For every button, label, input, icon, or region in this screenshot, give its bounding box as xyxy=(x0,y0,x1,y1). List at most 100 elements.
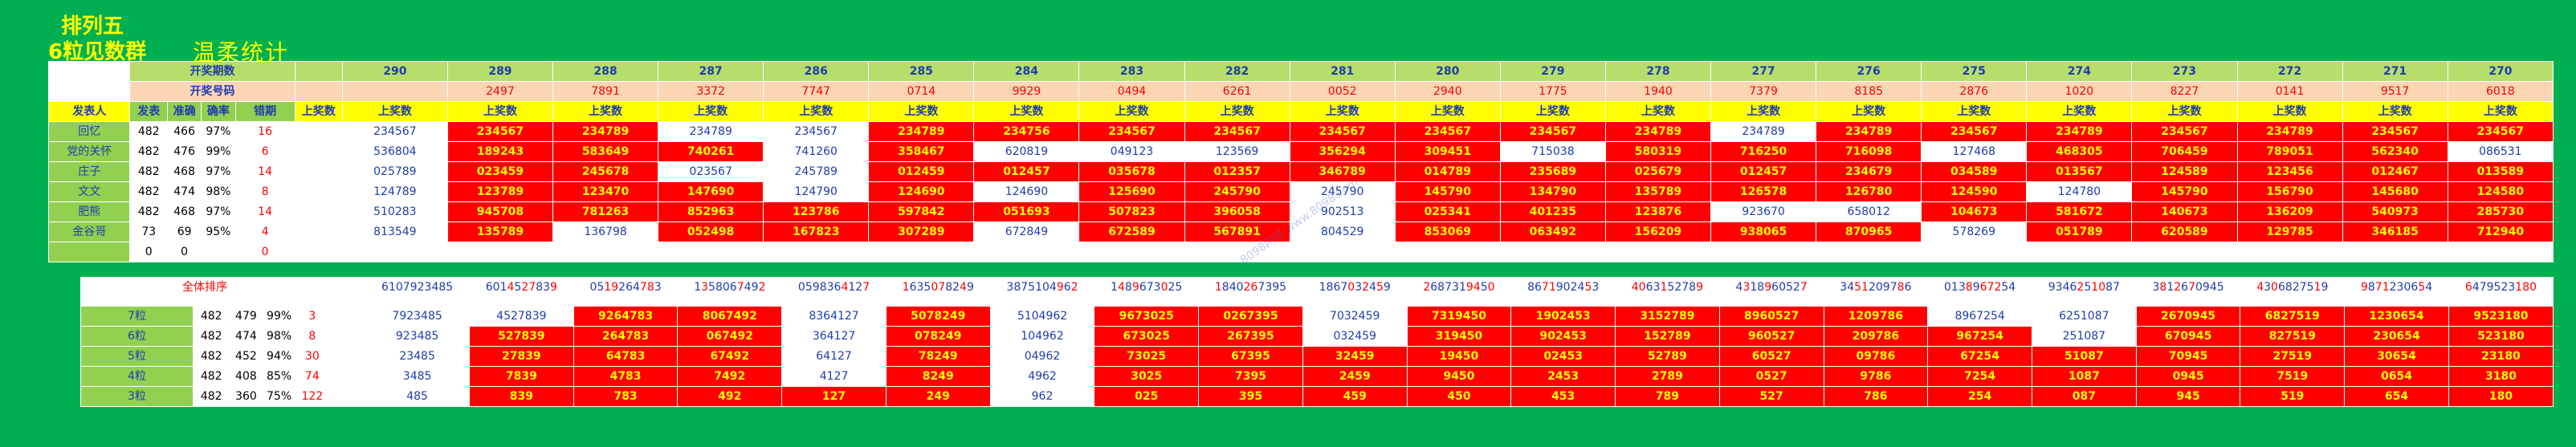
overall-value: 1635078249 xyxy=(885,277,991,298)
poster-name: 回忆 xyxy=(47,121,131,142)
poster-value: 234567 xyxy=(1078,121,1185,142)
group-row: 7粒 482 479 99% 3 7923485 4527839 9264783 8067492… xyxy=(79,306,2554,327)
poster-value xyxy=(341,242,448,262)
overall-value: 0519264783 xyxy=(573,277,679,298)
poster-value: 234567 xyxy=(763,121,870,142)
poster-value: 012467 xyxy=(2342,161,2448,182)
group-value: 7395 xyxy=(1198,366,1303,387)
poster-value: 597842 xyxy=(868,201,975,222)
corner-cell xyxy=(47,61,131,82)
code-cell: 0714 xyxy=(868,81,975,102)
group-value: 395 xyxy=(1198,386,1303,407)
poster-header: 发表人 xyxy=(47,101,131,122)
poster-value: 234679 xyxy=(1816,161,1922,182)
poster-value: 740261 xyxy=(658,141,764,162)
period-cell: 272 xyxy=(2236,61,2343,82)
group-post: 482 xyxy=(193,306,230,327)
poster-hit: 468 xyxy=(166,161,202,182)
overall-header: 全体排序 xyxy=(80,277,329,298)
poster-value: 234567 xyxy=(1394,121,1501,142)
group-value: 78249 xyxy=(885,346,991,367)
code-cell: 6018 xyxy=(2447,81,2554,102)
poster-hit: 474 xyxy=(166,181,202,202)
poster-value: 234789 xyxy=(1816,121,1922,142)
group-value: 0267395 xyxy=(1198,306,1303,327)
group-spacer xyxy=(328,306,366,327)
poster-miss: 14 xyxy=(234,201,296,222)
poster-row: 金谷哥 73 69 95% 4 813549 135789 136798 052498 16782… xyxy=(47,221,2554,242)
poster-rate: 97% xyxy=(201,121,236,142)
period-cell: 287 xyxy=(658,61,764,82)
prev-header: 上奖数 xyxy=(763,101,870,122)
poster-name: 文文 xyxy=(47,181,131,202)
overall-value: 6479523180 xyxy=(2448,277,2554,298)
group-row: 6粒 482 474 98% 8 923485 527839 264783 067492 3641… xyxy=(79,326,2554,347)
poster-value: 234789 xyxy=(1710,121,1817,142)
poster-value: 126780 xyxy=(1816,181,1922,202)
overall-value: 1358067492 xyxy=(677,277,783,298)
poster-value: 715038 xyxy=(1499,141,1606,162)
poster-value xyxy=(1816,242,1922,262)
group-value: 3152789 xyxy=(1615,306,1720,327)
poster-post: 0 xyxy=(129,242,168,262)
overall-value: 6107923485 xyxy=(365,277,470,298)
prev-header: 上奖数 xyxy=(973,101,1080,122)
period-cell: 282 xyxy=(1184,61,1290,82)
poster-value: 234567 xyxy=(2131,121,2238,142)
poster-value: 123470 xyxy=(552,181,659,202)
poster-value: 124690 xyxy=(868,181,975,202)
poster-value: 578269 xyxy=(1921,221,2028,242)
poster-value: 012459 xyxy=(868,161,975,182)
group-value: 7519 xyxy=(2240,366,2346,387)
poster-value: 156209 xyxy=(1604,221,1712,242)
poster-value xyxy=(552,242,659,262)
group-value: 8364127 xyxy=(781,306,887,327)
poster-value: 126578 xyxy=(1710,181,1817,202)
group-value: 7319450 xyxy=(1406,306,1512,327)
poster-value: 245789 xyxy=(763,161,870,182)
overall-value: 4318960527 xyxy=(1718,277,1824,298)
poster-value xyxy=(294,221,343,242)
group-value: 3025 xyxy=(1094,366,1200,387)
poster-hit: 468 xyxy=(166,201,202,222)
group-value: 30654 xyxy=(2344,346,2449,367)
group-value: 527839 xyxy=(468,326,574,347)
poster-miss: 0 xyxy=(234,242,296,262)
poster-value xyxy=(2131,242,2238,262)
poster-value: 136798 xyxy=(552,221,659,242)
poster-value: 123786 xyxy=(763,201,870,222)
poster-value: 025789 xyxy=(341,161,448,182)
group-value: 2453 xyxy=(1510,366,1616,387)
group-value: 519 xyxy=(2240,386,2346,407)
group-name: 3粒 xyxy=(79,386,194,407)
poster-value: 945708 xyxy=(446,201,554,222)
group-value: 9450 xyxy=(1406,366,1512,387)
poster-value: 145790 xyxy=(2131,181,2238,202)
group-value: 9264783 xyxy=(573,306,679,327)
group-value: 27839 xyxy=(468,346,574,367)
poster-value: 285730 xyxy=(2447,201,2554,222)
poster-value: 167823 xyxy=(763,221,870,242)
poster-value: 234789 xyxy=(658,121,764,142)
group-value: 32459 xyxy=(1302,346,1408,367)
poster-value: 245790 xyxy=(1289,181,1396,202)
poster-value: 124590 xyxy=(1921,181,2028,202)
group-value: 0527 xyxy=(1718,366,1824,387)
code-cell: 1020 xyxy=(2026,81,2133,102)
prev-header: 上奖数 xyxy=(1921,101,2028,122)
group-value: 485 xyxy=(365,386,470,407)
group-value: 4527839 xyxy=(468,306,574,327)
group-value: 02453 xyxy=(1510,346,1616,367)
poster-value: 034589 xyxy=(1921,161,2028,182)
period-cell: 290 xyxy=(341,61,448,82)
group-value: 7032459 xyxy=(1302,306,1408,327)
poster-value: 025341 xyxy=(1394,201,1501,222)
period-cell: 271 xyxy=(2342,61,2448,82)
poster-post: 482 xyxy=(129,201,168,222)
overall-value: 6014527839 xyxy=(468,277,574,298)
overall-value: 3451209786 xyxy=(1823,277,1929,298)
code-cell xyxy=(341,81,448,102)
group-rate: 85% xyxy=(262,366,296,387)
group-value: 1230654 xyxy=(2344,306,2449,327)
col-hit-header: 准确 xyxy=(166,101,202,122)
